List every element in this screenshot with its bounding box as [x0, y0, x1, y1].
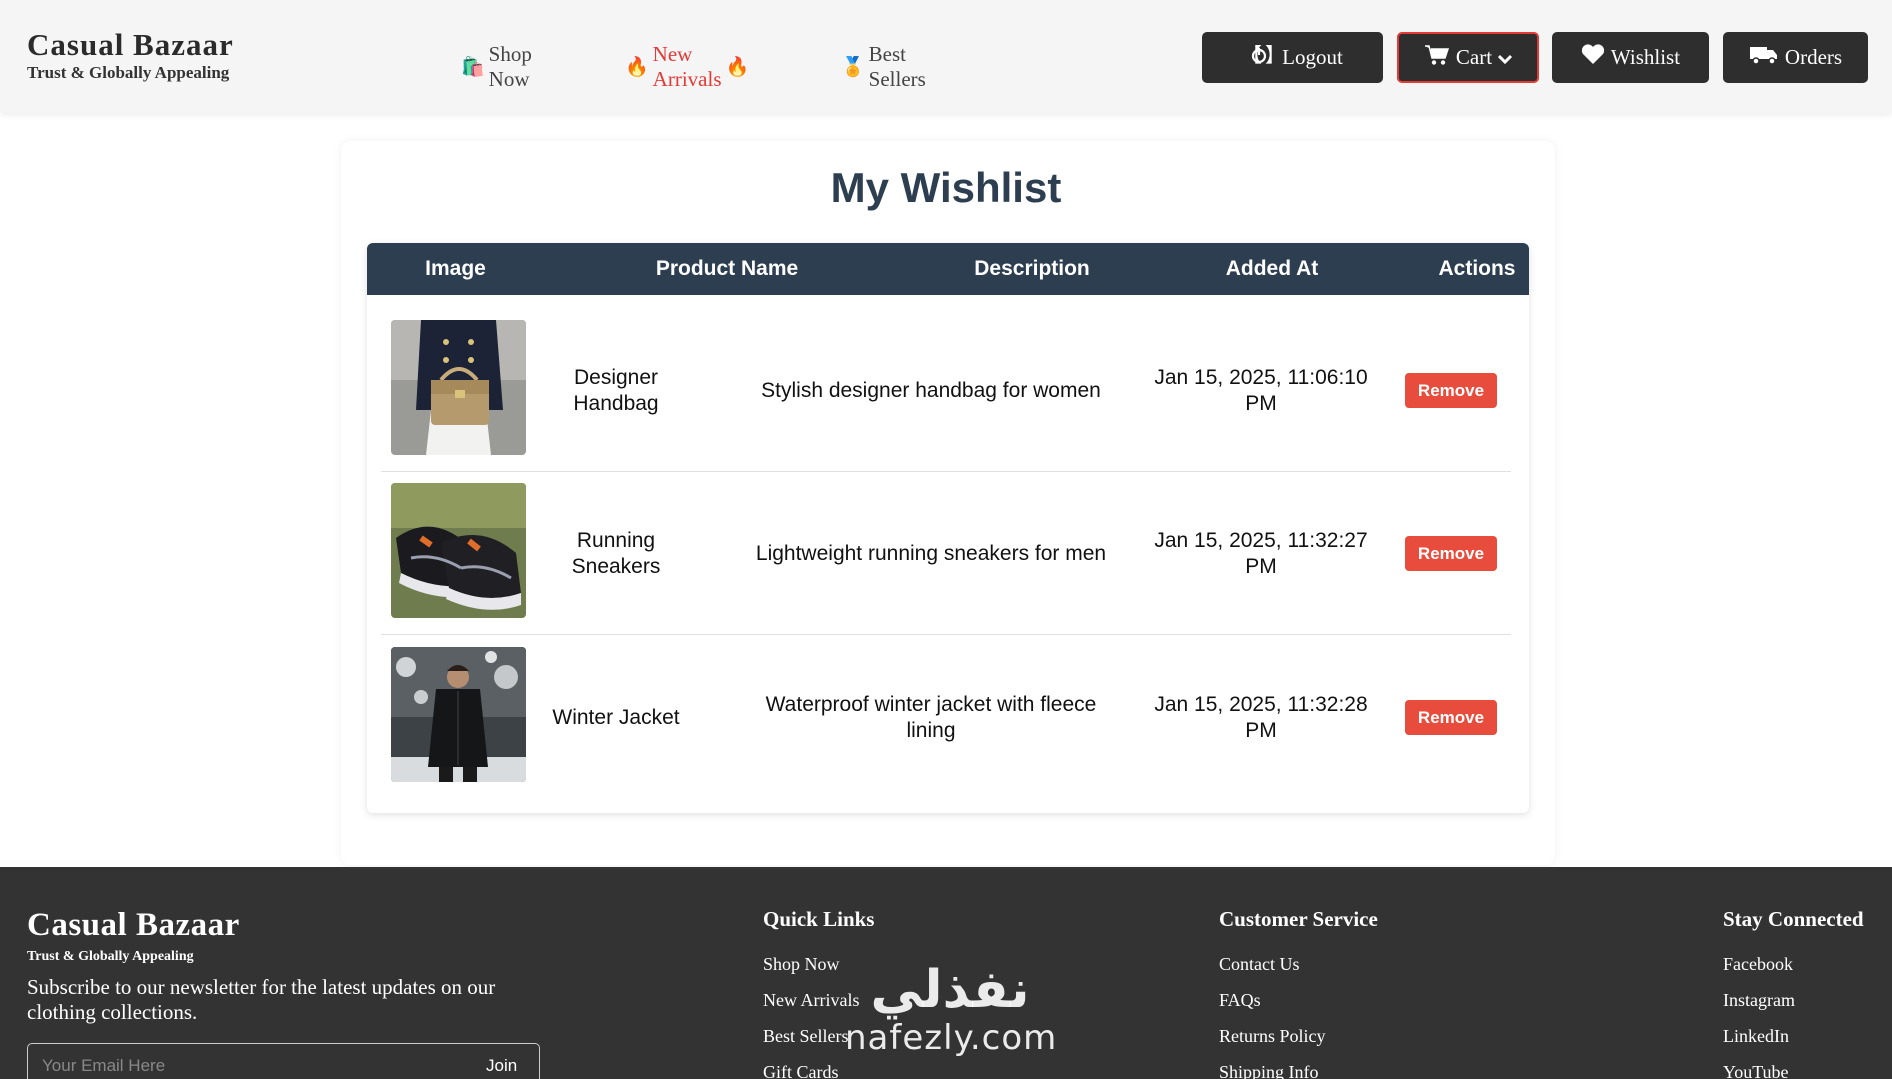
- logout-button[interactable]: 【】 Logout: [1202, 32, 1383, 83]
- product-description: Stylish designer handbag for women: [761, 378, 1101, 402]
- actions-cell: Remove: [1391, 472, 1511, 635]
- column-header-actions: Actions: [1438, 257, 1516, 280]
- newsletter-form: Join: [27, 1043, 540, 1079]
- added-at: Jan 15, 2025, 11:32:27 PM: [1154, 528, 1368, 578]
- watermark-latin: nafezly.com: [845, 1018, 1058, 1058]
- medal-icon: 🏅: [841, 57, 865, 78]
- chevron-down-icon: [1498, 45, 1513, 70]
- product-image-sneakers[interactable]: [391, 483, 526, 618]
- column-header-product-name: Product Name: [655, 257, 799, 280]
- footer-link-returns-policy[interactable]: Returns Policy: [1219, 1018, 1378, 1054]
- remove-button[interactable]: Remove: [1404, 700, 1498, 735]
- nav-label: New Arrivals: [652, 42, 722, 91]
- table-row: Winter Jacket Waterproof winter jacket w…: [381, 636, 1511, 799]
- footer-column-title: Quick Links: [763, 907, 875, 931]
- table-header: Image Product Name Description Added At …: [367, 243, 1529, 295]
- added-at: Jan 15, 2025, 11:06:10 PM: [1154, 365, 1368, 415]
- product-name: Running Sneakers: [571, 528, 661, 578]
- footer-brand-name: Casual Bazaar: [27, 907, 240, 943]
- wishlist-label: Wishlist: [1610, 45, 1681, 69]
- brand-logo[interactable]: Casual Bazaar Trust & Globally Appealing: [27, 27, 234, 83]
- product-description: Waterproof winter jacket with fleece lin…: [765, 692, 1097, 742]
- brand-tagline: Trust & Globally Appealing: [27, 63, 230, 82]
- brand-name: Casual Bazaar: [27, 27, 234, 62]
- join-button[interactable]: Join: [486, 1056, 517, 1076]
- shopping-bag-icon: 🛍️: [461, 57, 485, 78]
- added-at: Jan 15, 2025, 11:32:28 PM: [1154, 692, 1368, 742]
- power-icon: 【】: [1242, 43, 1285, 73]
- product-image-jacket[interactable]: [391, 647, 526, 782]
- footer-column-title: Customer Service: [1219, 907, 1378, 931]
- orders-label: Orders: [1784, 45, 1843, 69]
- nav-label: Best Sellers: [868, 42, 926, 91]
- footer-stay-connected: Stay Connected Facebook Instagram Linked…: [1723, 907, 1864, 1079]
- heart-icon: [1581, 44, 1605, 71]
- cart-icon: [1424, 44, 1450, 72]
- table-row: Designer Handbag Stylish designer handba…: [381, 309, 1511, 472]
- product-name: Winter Jacket: [552, 705, 680, 729]
- nav-shop-now[interactable]: 🛍️ Shop Now: [461, 42, 532, 92]
- wishlist-button[interactable]: Wishlist: [1552, 32, 1709, 83]
- fire-icon: 🔥: [725, 57, 750, 78]
- footer-column-title: Stay Connected: [1723, 907, 1864, 931]
- footer-customer-service: Customer Service Contact Us FAQs Returns…: [1219, 907, 1378, 1079]
- newsletter-text: Subscribe to our newsletter for the late…: [27, 975, 496, 1024]
- footer-link-linkedin[interactable]: LinkedIn: [1723, 1018, 1864, 1054]
- column-header-added-at: Added At: [1225, 257, 1319, 280]
- product-description: Lightweight running sneakers for men: [755, 541, 1107, 565]
- footer-link-instagram[interactable]: Instagram: [1723, 982, 1864, 1018]
- remove-button[interactable]: Remove: [1404, 373, 1498, 408]
- footer-link-faqs[interactable]: FAQs: [1219, 982, 1378, 1018]
- column-header-description: Description: [974, 257, 1090, 280]
- footer-link-facebook[interactable]: Facebook: [1723, 946, 1864, 982]
- footer-link-contact-us[interactable]: Contact Us: [1219, 946, 1378, 982]
- footer-link-youtube[interactable]: YouTube: [1723, 1054, 1864, 1079]
- cart-label: Cart: [1455, 45, 1493, 69]
- footer-brand-tagline: Trust & Globally Appealing: [27, 949, 194, 964]
- cart-button[interactable]: Cart: [1397, 32, 1539, 83]
- svg-text:】: 】: [1265, 43, 1276, 67]
- email-input[interactable]: [42, 1056, 442, 1076]
- remove-button[interactable]: Remove: [1404, 536, 1498, 571]
- truck-icon: [1749, 44, 1779, 72]
- logout-label: Logout: [1282, 45, 1343, 69]
- table-row: Running Sneakers Lightweight running sne…: [381, 472, 1511, 635]
- site-header: Casual Bazaar Trust & Globally Appealing…: [0, 0, 1892, 113]
- fire-icon: 🔥: [625, 57, 649, 78]
- nav-label: Shop Now: [488, 42, 532, 91]
- actions-cell: Remove: [1391, 636, 1511, 799]
- nav-best-sellers[interactable]: 🏅 Best Sellers: [841, 42, 926, 92]
- watermark: نفذلي nafezly.com: [845, 960, 1058, 1058]
- nav-new-arrivals[interactable]: 🔥 New Arrivals 🔥: [625, 42, 749, 92]
- column-header-image: Image: [425, 257, 486, 280]
- footer-link-shipping-info[interactable]: Shipping Info: [1219, 1054, 1378, 1079]
- watermark-arabic: نفذلي: [870, 960, 1030, 1020]
- actions-cell: Remove: [1391, 309, 1511, 472]
- orders-button[interactable]: Orders: [1723, 32, 1868, 83]
- product-name: Designer Handbag: [573, 365, 659, 415]
- product-image-handbag[interactable]: [391, 320, 526, 455]
- page-title: My Wishlist: [830, 164, 1062, 211]
